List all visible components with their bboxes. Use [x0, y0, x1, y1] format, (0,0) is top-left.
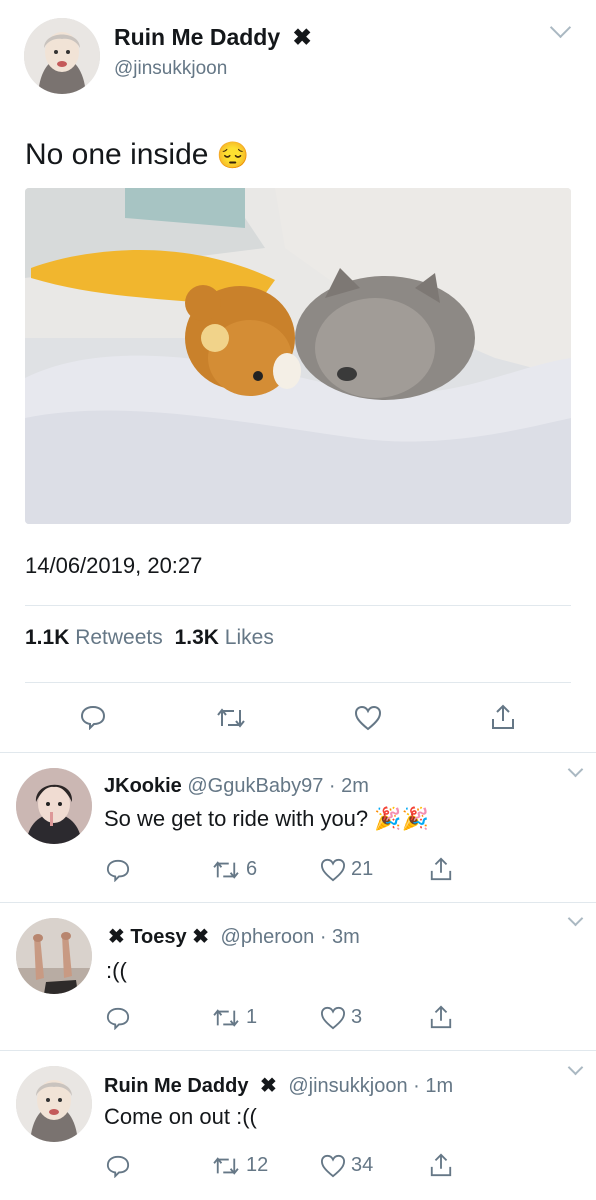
chevron-down-icon[interactable]: [567, 910, 584, 927]
reply-header: JKookie @GgukBaby97 · 2m: [104, 775, 369, 797]
like-count: 21: [351, 858, 374, 880]
heart-icon[interactable]: [320, 858, 346, 882]
divider: [25, 682, 571, 683]
chevron-down-icon[interactable]: [567, 1059, 584, 1076]
likes-stat[interactable]: 1.3K Likes: [175, 626, 274, 649]
avatar[interactable]: [16, 918, 92, 994]
chevron-down-icon[interactable]: [549, 16, 572, 39]
reply-header: ✖ Toesy ✖ @pheroon · 3m: [108, 926, 360, 948]
divider: [25, 605, 571, 606]
reply-text: So we get to ride with you? 🎉🎉: [104, 806, 430, 831]
divider: [0, 902, 596, 903]
retweet-count: 12: [246, 1154, 269, 1176]
reply-text: Come on out :((: [104, 1104, 257, 1129]
reply-icon[interactable]: [106, 1006, 130, 1030]
party-popper-emoji: 🎉🎉: [374, 806, 430, 831]
avatar[interactable]: [24, 18, 100, 94]
like-count: 3: [351, 1006, 363, 1028]
reply-header: Ruin Me Daddy ✖ @jinsukkjoon · 1m: [104, 1075, 454, 1097]
tweet-text: No one inside 😔: [25, 138, 250, 171]
retweet-icon[interactable]: [212, 1007, 240, 1029]
retweet-icon[interactable]: [216, 706, 246, 730]
tweet-photo[interactable]: [25, 188, 571, 524]
avatar[interactable]: [16, 768, 92, 844]
reply-text: :((: [106, 958, 127, 983]
engagement-stats: 1.1K Retweets 1.3K Likes: [25, 626, 274, 650]
reply-icon[interactable]: [106, 858, 130, 882]
author-handle[interactable]: @jinsukkjoon: [114, 58, 227, 80]
heart-icon[interactable]: [320, 1006, 346, 1030]
retweet-count: 1: [246, 1006, 258, 1028]
divider: [0, 752, 596, 753]
author-name[interactable]: Ruin Me Daddy ✖: [114, 24, 312, 51]
cross-icon: ✖: [292, 24, 312, 50]
retweets-stat[interactable]: 1.1K Retweets: [25, 626, 169, 649]
heart-icon[interactable]: [354, 705, 382, 731]
divider: [0, 1050, 596, 1051]
pensive-emoji: 😔: [216, 140, 250, 170]
retweet-icon[interactable]: [212, 859, 240, 881]
retweet-icon[interactable]: [212, 1155, 240, 1177]
like-count: 34: [351, 1154, 374, 1176]
reply-icon[interactable]: [80, 704, 106, 730]
avatar[interactable]: [16, 1066, 92, 1142]
share-icon[interactable]: [429, 856, 453, 882]
reply-icon[interactable]: [106, 1154, 130, 1178]
cross-icon: ✖: [192, 926, 209, 948]
retweet-count: 6: [246, 858, 258, 880]
share-icon[interactable]: [429, 1152, 453, 1178]
chevron-down-icon[interactable]: [567, 761, 584, 778]
heart-icon[interactable]: [320, 1154, 346, 1178]
share-icon[interactable]: [429, 1004, 453, 1030]
share-icon[interactable]: [490, 703, 516, 731]
cross-icon: ✖: [260, 1075, 277, 1097]
cross-icon: ✖: [108, 926, 125, 948]
tweet-timestamp[interactable]: 14/06/2019, 20:27: [25, 553, 202, 579]
